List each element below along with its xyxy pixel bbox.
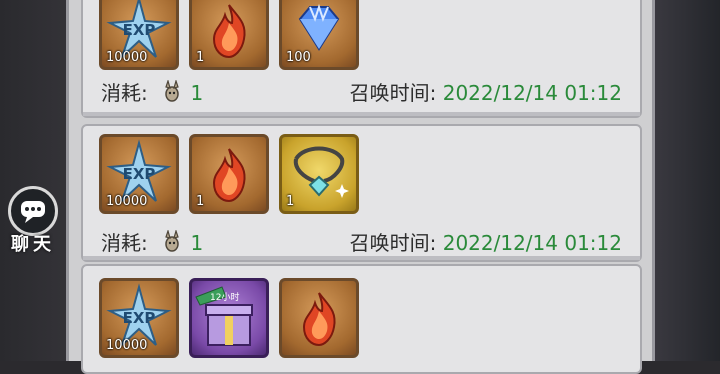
reward-item-exp[interactable]: EXP 10000 — [99, 278, 179, 358]
chat-label: 聊天 — [11, 234, 55, 255]
svg-text:EXP: EXP — [123, 21, 156, 39]
cost-label: 消耗: — [101, 231, 148, 255]
time-value: 2022/12/14 01:12 — [442, 231, 622, 255]
exp-gift-box-icon: 12小时 — [195, 286, 253, 346]
flame-icon — [302, 292, 336, 347]
cost-row: 消耗: 1 — [101, 228, 203, 258]
record-divider — [83, 112, 640, 116]
reward-item-exp[interactable]: EXP 10000 — [99, 0, 179, 70]
reward-item-flame[interactable] — [279, 278, 359, 358]
cost-value: 1 — [190, 81, 204, 105]
summon-record: EXP 10000 1 100 消耗: 1 召唤时间: 2022/12/14 0… — [81, 0, 642, 118]
record-divider — [83, 256, 640, 260]
summon-time-row: 召唤时间: 2022/12/14 01:12 — [350, 78, 622, 108]
item-quantity: 10000 — [106, 194, 148, 209]
summon-record: EXP 10000 12小时 — [81, 264, 642, 374]
reward-item-flame[interactable]: 1 — [189, 0, 269, 70]
item-quantity: 1 — [196, 50, 205, 65]
time-value: 2022/12/14 01:12 — [442, 81, 622, 105]
cost-label: 消耗: — [101, 81, 148, 105]
background-right — [654, 0, 720, 361]
background-left — [0, 0, 70, 361]
item-quantity: 10000 — [106, 50, 148, 65]
reward-item-exp-gift-box[interactable]: 12小时 — [189, 278, 269, 358]
time-label: 召唤时间: — [349, 81, 437, 105]
item-quantity: 1 — [196, 194, 205, 209]
cost-value: 1 — [190, 231, 204, 255]
chat-bubble-icon — [8, 186, 58, 236]
cost-row: 消耗: 1 — [101, 78, 203, 108]
duration-badge: 12小时 — [210, 291, 239, 303]
time-label: 召唤时间: — [349, 231, 437, 255]
summon-time-row: 召唤时间: 2022/12/14 01:12 — [350, 228, 622, 258]
reward-item-amulet[interactable]: 1 — [279, 134, 359, 214]
summon-history-panel[interactable]: EXP 10000 1 100 消耗: 1 召唤时间: 2022/12/14 0… — [66, 0, 655, 374]
item-quantity: 100 — [286, 50, 311, 65]
donkey-icon — [160, 228, 184, 254]
reward-item-exp[interactable]: EXP 10000 — [99, 134, 179, 214]
item-quantity: 10000 — [106, 338, 148, 353]
svg-text:EXP: EXP — [123, 309, 156, 327]
reward-item-flame[interactable]: 1 — [189, 134, 269, 214]
summon-record: EXP 10000 1 1 消耗: 1 召唤时间: 2022/12/14 01:… — [81, 124, 642, 262]
reward-item-diamond[interactable]: 100 — [279, 0, 359, 70]
svg-text:EXP: EXP — [123, 165, 156, 183]
item-quantity: 1 — [286, 194, 295, 209]
chat-button[interactable]: 聊天 — [4, 186, 62, 256]
donkey-icon — [160, 78, 184, 104]
